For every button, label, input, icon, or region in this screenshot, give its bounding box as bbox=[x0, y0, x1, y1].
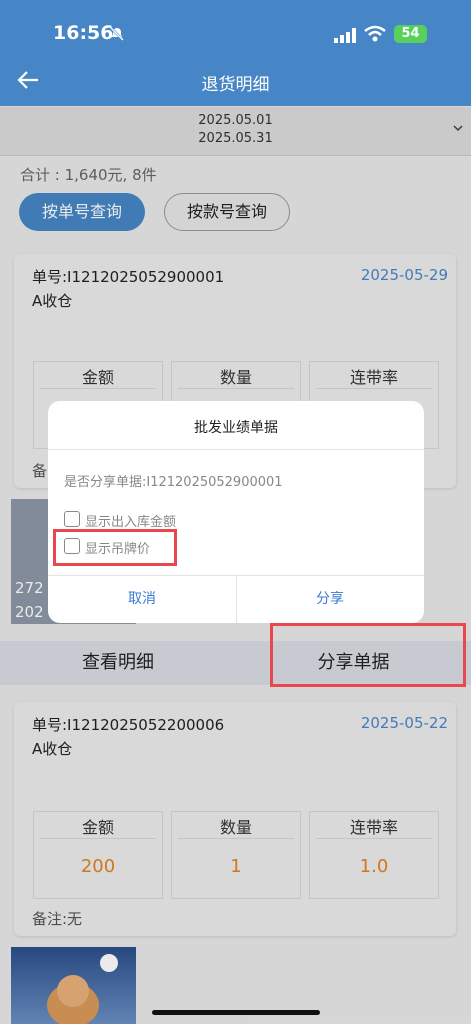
bell-muted-icon bbox=[110, 27, 124, 41]
status-time: 16:56 bbox=[53, 22, 114, 44]
show-io-amount-checkbox[interactable] bbox=[64, 511, 80, 527]
wifi-icon bbox=[364, 25, 386, 42]
app-header: 16:56 54 退货明细 bbox=[0, 0, 471, 106]
highlight-box-tag-price bbox=[53, 529, 177, 566]
dialog-message: 是否分享单据:I1212025052900001 bbox=[64, 475, 283, 490]
cancel-button[interactable]: 取消 bbox=[48, 576, 236, 623]
highlight-box-share-document bbox=[270, 623, 466, 687]
share-dialog: 批发业绩单据 是否分享单据:I1212025052900001 显示出入库金额 … bbox=[48, 401, 424, 623]
home-indicator bbox=[152, 1010, 320, 1015]
share-button[interactable]: 分享 bbox=[236, 576, 424, 623]
show-io-amount-label[interactable]: 显示出入库金额 bbox=[85, 511, 176, 530]
dialog-divider bbox=[48, 449, 424, 450]
battery-indicator: 54 bbox=[394, 25, 427, 43]
page-title: 退货明细 bbox=[201, 75, 270, 95]
dialog-title: 批发业绩单据 bbox=[194, 420, 278, 436]
cellular-signal-icon bbox=[334, 28, 356, 43]
